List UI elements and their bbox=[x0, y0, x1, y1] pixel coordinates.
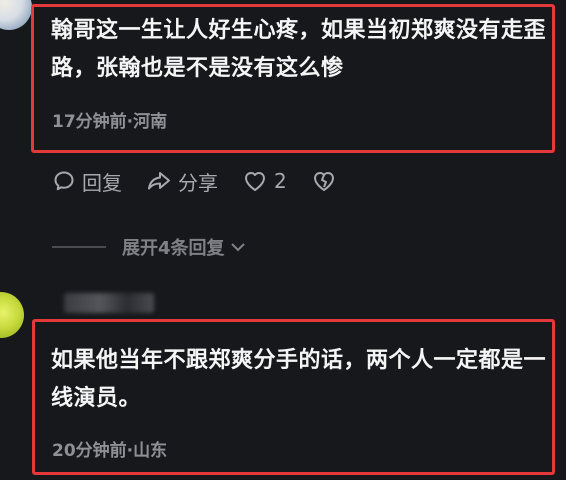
share-icon bbox=[148, 172, 170, 190]
share-label: 分享 bbox=[178, 170, 218, 195]
comment-text: 翰哥这一生让人好生心疼，如果当初郑爽没有走歪路，张翰也是不是没有这么惨 bbox=[51, 18, 547, 81]
dislike-button[interactable] bbox=[311, 169, 343, 193]
reply-icon bbox=[54, 171, 74, 191]
like-button[interactable]: 2 bbox=[242, 169, 287, 193]
comment-meta: 17分钟前·河南 bbox=[52, 112, 168, 132]
username-blurred bbox=[64, 293, 154, 313]
like-count: 2 bbox=[274, 169, 287, 193]
avatar[interactable] bbox=[0, 292, 24, 338]
broken-heart-icon bbox=[313, 172, 334, 191]
comment-text: 如果他当年不跟郑爽分手的话，两个人一定都是一线演员。 bbox=[51, 348, 547, 411]
avatar[interactable] bbox=[0, 0, 32, 30]
comment-meta: 20分钟前·山东 bbox=[52, 441, 168, 461]
chevron-down-icon bbox=[230, 243, 245, 252]
expand-replies-button[interactable]: 展开4条回复 bbox=[52, 234, 247, 260]
share-button[interactable]: 分享 bbox=[146, 167, 218, 196]
divider bbox=[52, 246, 106, 248]
reply-button[interactable]: 回复 bbox=[52, 167, 122, 196]
reply-label: 回复 bbox=[82, 170, 122, 195]
heart-icon bbox=[245, 172, 265, 191]
comment-actions: 回复 分享 2 bbox=[52, 166, 367, 196]
expand-replies-label: 展开4条回复 bbox=[122, 238, 225, 259]
